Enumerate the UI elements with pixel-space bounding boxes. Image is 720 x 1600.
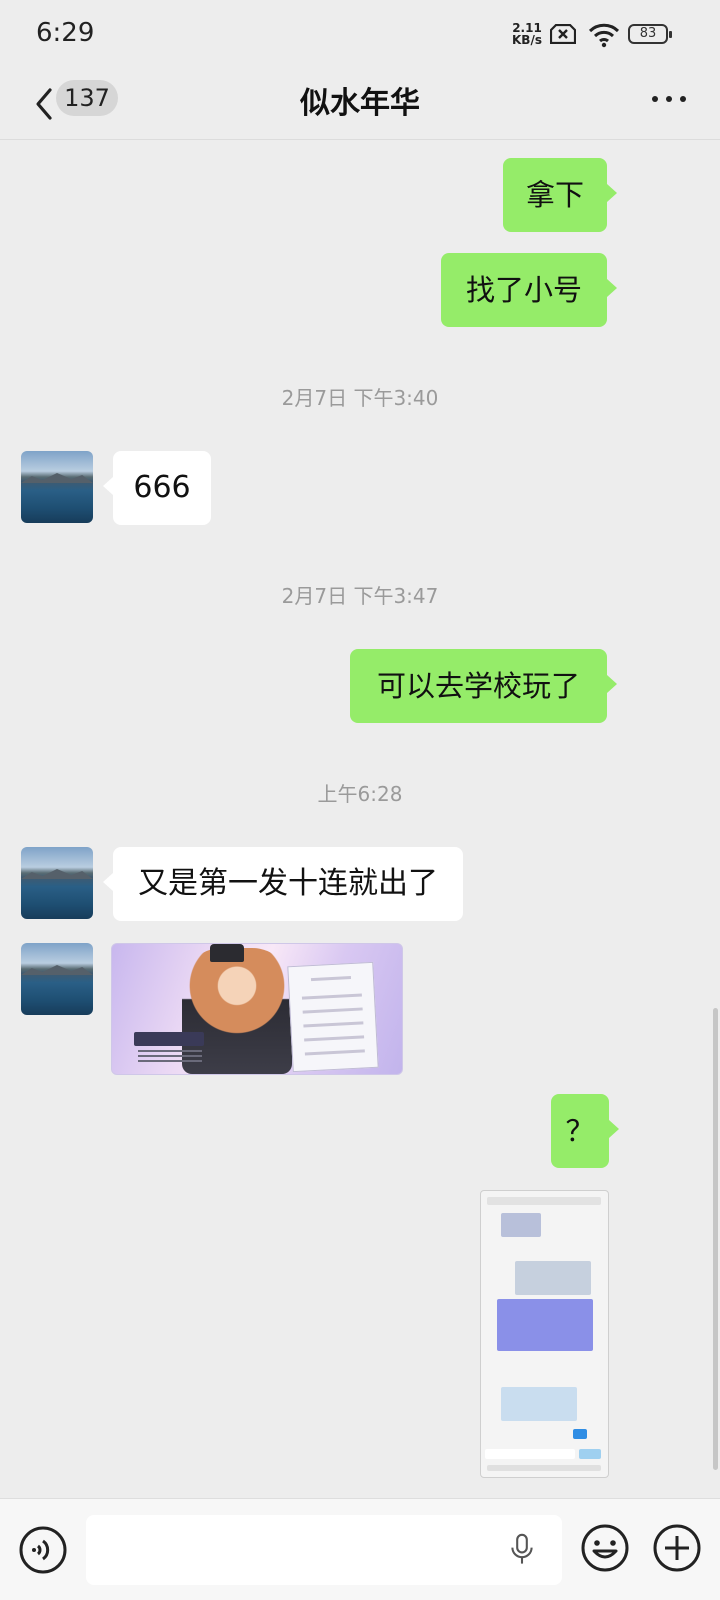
emoji-icon[interactable]: [580, 1523, 630, 1573]
message-text: 666: [133, 470, 191, 505]
message-text: 又是第一发十连就出了: [138, 866, 438, 901]
message-timestamp: 2月7日 下午3:47: [281, 584, 439, 608]
message-timestamp: 上午6:28: [317, 782, 403, 806]
message-timestamp: 2月7日 下午3:40: [281, 386, 439, 410]
avatar[interactable]: [21, 943, 93, 1015]
status-bar: 6:29 2.11 KB/s 83: [0, 0, 720, 70]
message-bubble-self[interactable]: 拿下: [503, 158, 617, 232]
status-time: 6:29: [36, 18, 95, 48]
message-bubble-self[interactable]: ？: [551, 1094, 619, 1168]
input-toolbar: [0, 1498, 720, 1600]
network-speed: 2.11 KB/s: [512, 22, 542, 46]
message-text: 找了小号: [465, 273, 582, 307]
message-bubble-self[interactable]: 找了小号: [441, 253, 617, 327]
more-dots-icon[interactable]: [646, 80, 696, 116]
avatar[interactable]: [21, 847, 93, 919]
message-bubble-self[interactable]: 可以去学校玩了: [350, 649, 617, 723]
voice-mode-icon[interactable]: [18, 1525, 68, 1575]
plus-circle-icon[interactable]: [652, 1523, 702, 1573]
network-speed-unit: KB/s: [512, 33, 542, 47]
avatar[interactable]: [21, 451, 93, 523]
no-sim-icon: [550, 24, 576, 44]
wifi-icon: [588, 23, 620, 48]
unread-count-badge[interactable]: 137: [56, 80, 118, 116]
game-character-image[interactable]: [111, 943, 403, 1075]
battery-indicator: 83: [628, 24, 672, 44]
scrollbar[interactable]: [713, 1008, 718, 1470]
message-text: 可以去学校玩了: [376, 669, 580, 703]
chat-header: 137 似水年华: [0, 70, 720, 140]
message-bubble-other[interactable]: 666: [103, 451, 211, 525]
microphone-icon[interactable]: [506, 1525, 546, 1575]
message-text: 拿下: [525, 178, 584, 212]
message-input[interactable]: [86, 1515, 562, 1585]
chat-screenshot-image[interactable]: [480, 1190, 609, 1478]
message-text: ？: [565, 1114, 595, 1148]
message-bubble-other[interactable]: 又是第一发十连就出了: [103, 847, 463, 921]
